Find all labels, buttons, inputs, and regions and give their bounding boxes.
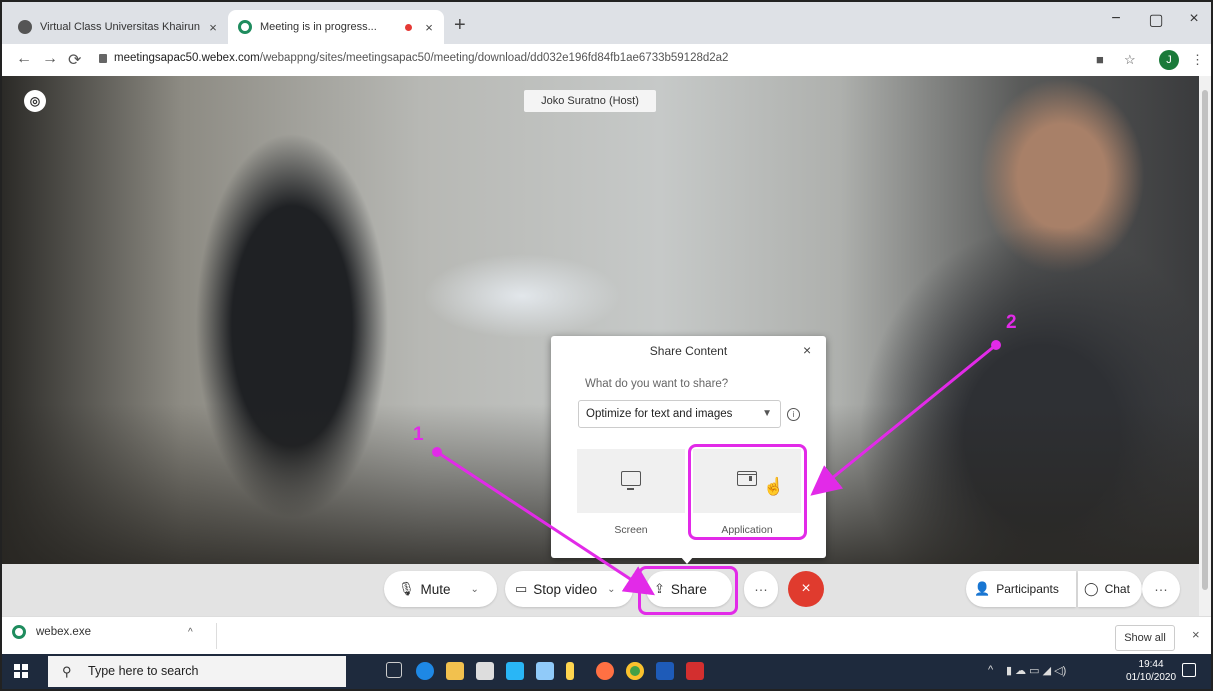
dropbox-icon[interactable]	[536, 662, 554, 680]
step-number-1: 1	[413, 424, 424, 445]
file-explorer-icon[interactable]	[446, 662, 464, 680]
webex-icon	[12, 625, 26, 639]
notification-icon[interactable]	[1182, 663, 1196, 677]
star-icon[interactable]: ☆	[1124, 52, 1136, 68]
stop-video-label: Stop video	[533, 581, 598, 597]
browser-tab-strip: Virtual Class Universitas Khairun × Meet…	[2, 2, 1211, 44]
dialog-close-icon[interactable]: ×	[803, 342, 811, 358]
end-meeting-button[interactable]: ×	[788, 571, 824, 607]
menu-kebab-icon[interactable]: ⋮	[1191, 52, 1204, 68]
dialog-title: Share Content	[649, 344, 728, 358]
windows-taskbar: ⚲ Type here to search ^ ▮ ☁ ▭ ◢ ◁) 19:44…	[2, 654, 1211, 689]
chevron-up-icon[interactable]: ^	[188, 627, 193, 638]
search-icon: ⚲	[62, 664, 72, 679]
new-tab-button[interactable]: +	[454, 14, 466, 37]
search-placeholder: Type here to search	[88, 664, 199, 678]
participants-icon: 👤	[974, 581, 991, 596]
store-icon[interactable]	[476, 662, 494, 680]
webex-icon	[238, 20, 252, 34]
chat-label: Chat	[1104, 582, 1130, 596]
show-all-button[interactable]: Show all	[1115, 625, 1175, 651]
lock-icon	[99, 54, 107, 63]
globe-icon	[18, 20, 32, 34]
camera-icon[interactable]: ■	[1096, 52, 1104, 67]
url-path: /webappng/sites/meetingsapac50/meeting/d…	[259, 52, 729, 64]
restore-button[interactable]: ▢	[1136, 10, 1176, 30]
window-close-button[interactable]: ×	[1174, 10, 1213, 28]
tab-close-icon[interactable]: ×	[204, 20, 222, 35]
divider	[216, 623, 217, 649]
host-name-label: Joko Suratno (Host)	[524, 90, 656, 112]
chat-bubble-icon: ◯	[1084, 581, 1099, 596]
share-highlight-box	[638, 566, 738, 615]
taskbar-search[interactable]: ⚲ Type here to search	[48, 656, 346, 687]
chevron-down-icon: ▼	[762, 408, 772, 419]
download-item[interactable]: webex.exe	[12, 625, 91, 639]
monitor-icon	[621, 471, 641, 490]
more-right-button[interactable]: ···	[1142, 571, 1180, 607]
address-bar-row: ← → ⟳ meetingsapac50.webex.com/webappng/…	[2, 44, 1211, 77]
share-screen-option[interactable]	[577, 449, 685, 513]
download-filename: webex.exe	[36, 626, 91, 638]
mute-button[interactable]: 🎙 Mute ⌄	[384, 571, 497, 607]
clock-date: 01/10/2020	[1126, 672, 1177, 683]
tab-title: Meeting is in progress...	[260, 21, 377, 33]
tab-virtual-class[interactable]: Virtual Class Universitas Khairun ×	[8, 10, 228, 44]
back-arrow-icon[interactable]: ←	[16, 50, 32, 68]
recording-icon	[405, 23, 412, 31]
microphone-icon: 🎙	[398, 581, 415, 596]
video-camera-icon: ▭	[515, 581, 528, 596]
stop-video-button[interactable]: ▭ Stop video ⌄	[505, 571, 633, 607]
task-view-icon[interactable]	[386, 662, 402, 678]
tab-meeting[interactable]: Meeting is in progress... ×	[228, 10, 444, 44]
optimize-value: Optimize for text and images	[586, 408, 733, 420]
profile-avatar[interactable]: J	[1159, 50, 1179, 70]
tab-close-icon[interactable]: ×	[420, 20, 438, 35]
clock-time: 19:44	[1138, 659, 1164, 670]
page-scrollbar[interactable]	[1199, 76, 1211, 616]
download-bar: webex.exe ^ Show all ×	[2, 616, 1211, 655]
info-icon[interactable]: i	[787, 408, 800, 421]
dialog-pointer	[680, 556, 694, 564]
chrome-icon[interactable]	[626, 662, 644, 680]
url-field[interactable]: meetingsapac50.webex.com/webappng/sites/…	[114, 52, 728, 64]
chevron-down-icon[interactable]: ⌄	[607, 584, 615, 595]
tab-title: Virtual Class Universitas Khairun	[40, 21, 200, 33]
participants-button[interactable]: 👤 Participants	[966, 571, 1076, 607]
step-number-2: 2	[1006, 312, 1017, 333]
clock[interactable]: 19:44 01/10/2020	[1126, 658, 1176, 684]
url-host: meetingsapac50.webex.com	[114, 52, 260, 64]
screen-option-label: Screen	[614, 524, 648, 536]
scrollbar-thumb[interactable]	[1202, 90, 1208, 590]
acrobat-icon[interactable]	[686, 662, 704, 680]
word-icon[interactable]	[656, 662, 674, 680]
tray-status-icons[interactable]: ▮ ☁ ▭ ◢ ◁)	[1006, 664, 1066, 677]
chevron-down-icon[interactable]: ⌄	[471, 584, 479, 595]
reload-icon[interactable]: ⟳	[68, 50, 81, 70]
minimize-button[interactable]: −	[1096, 10, 1136, 28]
participants-label: Participants	[996, 582, 1059, 596]
firefox-icon[interactable]	[596, 662, 614, 680]
mute-label: Mute	[420, 581, 451, 597]
meeting-info-icon[interactable]: ◎	[24, 90, 46, 112]
mail-icon[interactable]	[506, 662, 524, 680]
edge-icon[interactable]	[416, 662, 434, 680]
more-options-button[interactable]: ···	[744, 571, 778, 607]
windows-start-icon[interactable]	[14, 664, 28, 678]
download-bar-close-icon[interactable]: ×	[1192, 627, 1200, 642]
chat-button[interactable]: ◯ Chat	[1078, 571, 1142, 607]
tray-overflow-icon[interactable]: ^	[988, 664, 993, 676]
share-question: What do you want to share?	[585, 378, 729, 390]
optimize-select[interactable]: Optimize for text and images ▼	[578, 400, 781, 428]
winamp-icon[interactable]	[566, 662, 574, 680]
application-highlight-box	[688, 444, 807, 540]
forward-arrow-icon[interactable]: →	[42, 50, 58, 68]
